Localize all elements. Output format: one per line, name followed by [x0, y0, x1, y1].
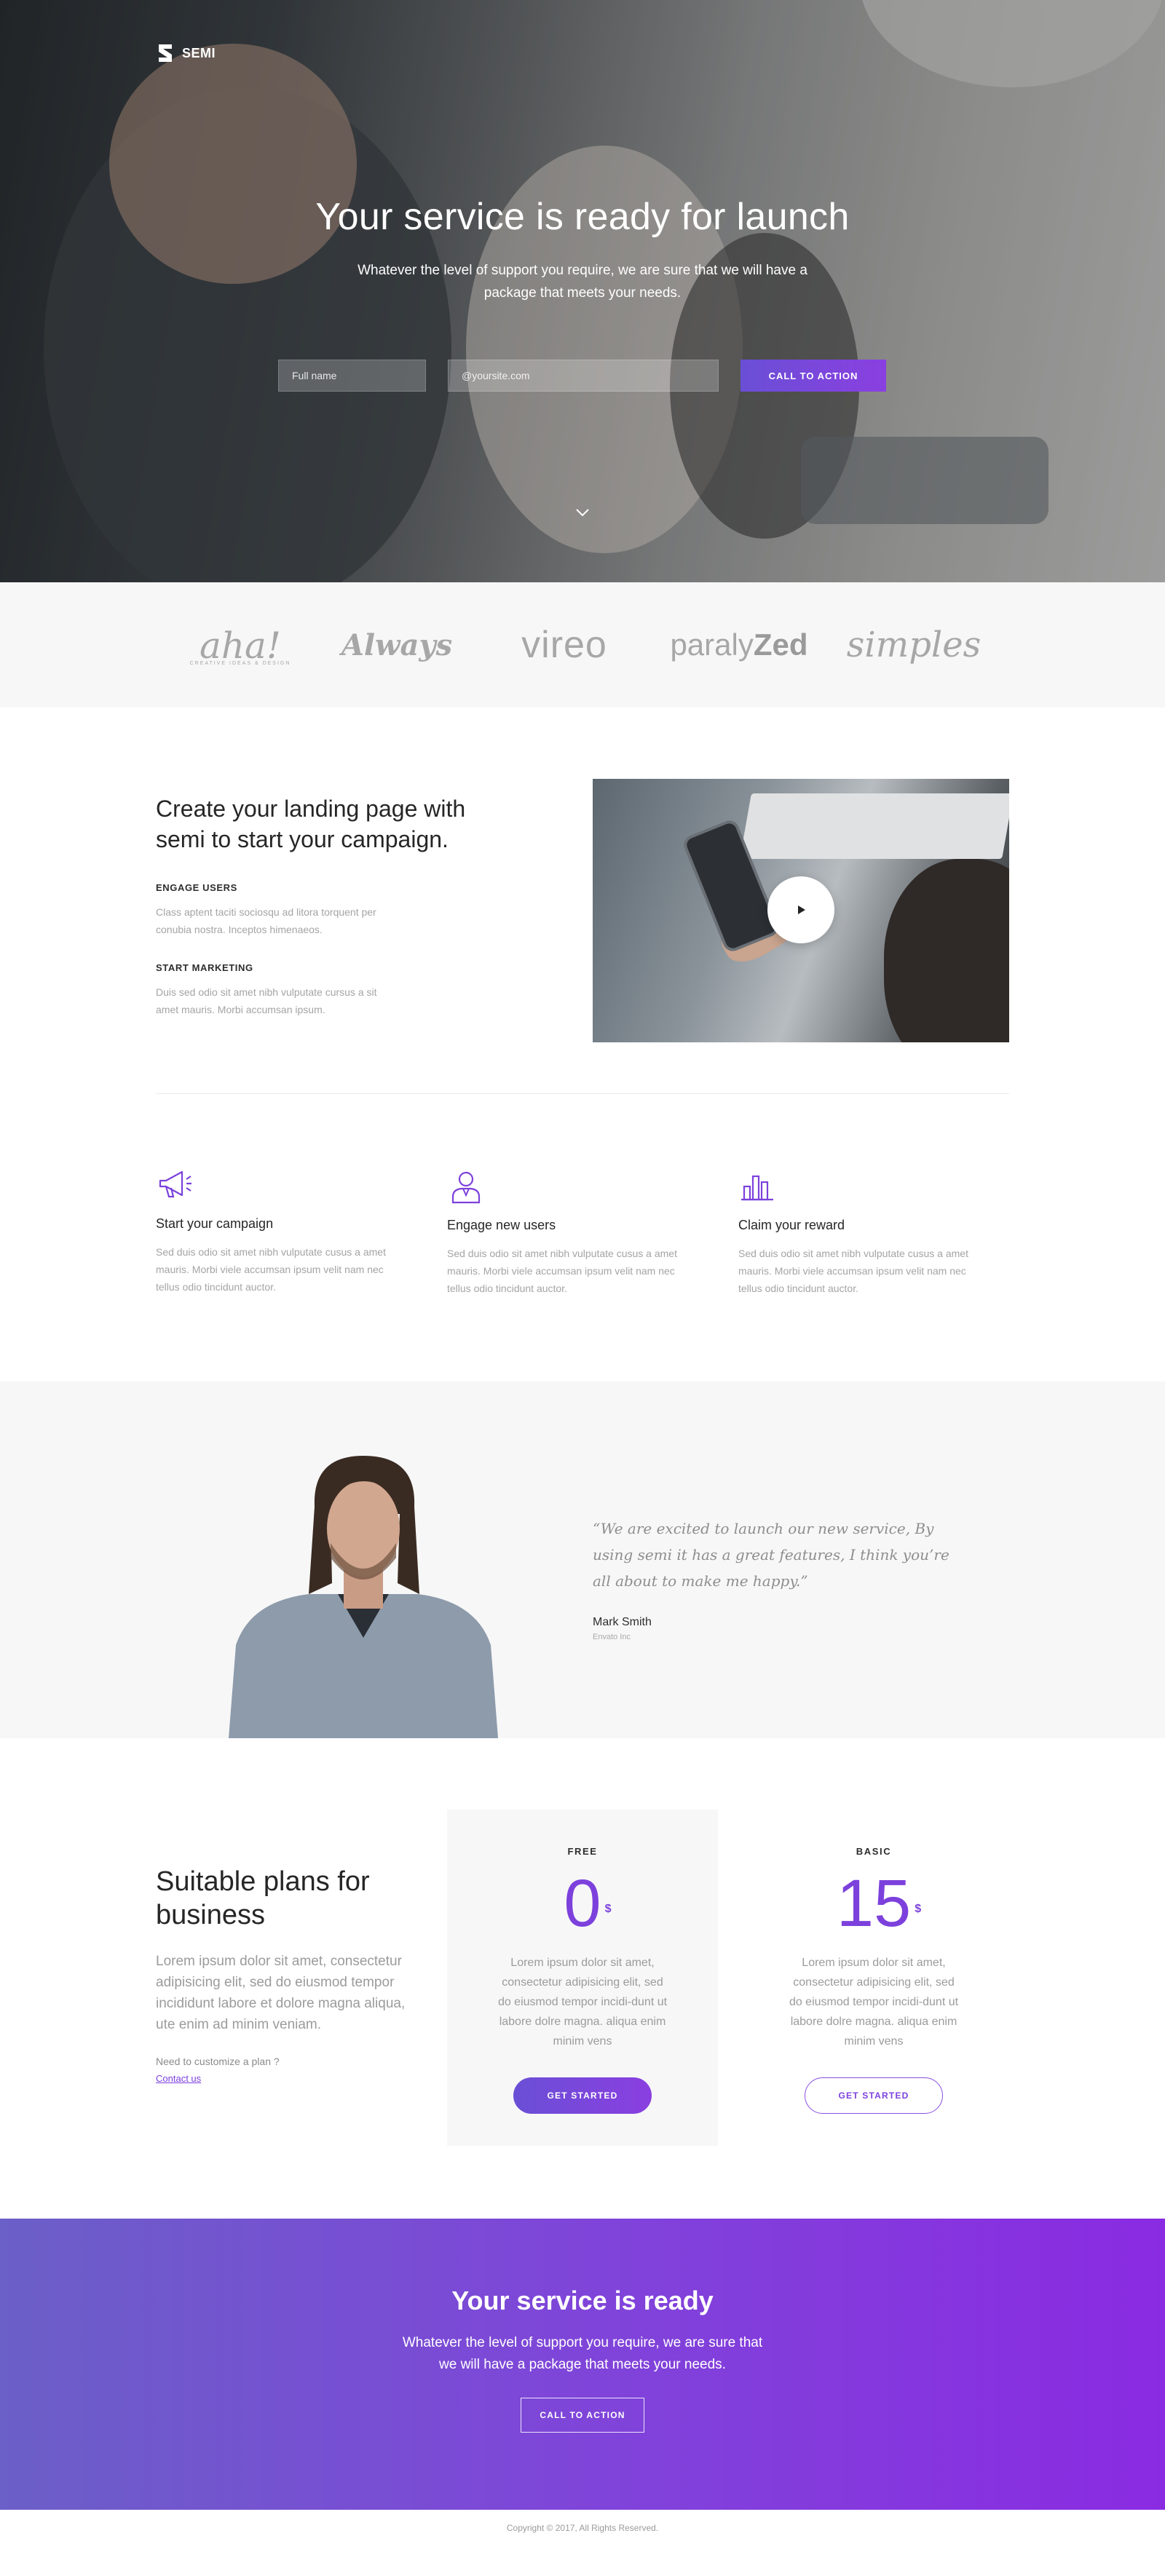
feature-section: Create your landing page with semi to st…: [0, 708, 1165, 1115]
cta-text: Whatever the level of support you requir…: [402, 2335, 763, 2372]
plan-price-value: 0: [564, 1866, 601, 1941]
full-name-input[interactable]: [278, 360, 426, 392]
benefit-text: Sed duis odio sit amet nibh vulputate cu…: [156, 1246, 386, 1293]
benefit-title: Claim your reward: [738, 1218, 845, 1232]
cta-button[interactable]: CALL TO ACTION: [521, 2398, 644, 2433]
benefit-text: Sed duis odio sit amet nibh vulputate cu…: [447, 1248, 677, 1294]
plan-description: Lorem ipsum dolor sit amet, consectetur …: [789, 1957, 959, 2048]
pricing-card-basic: BASIC 15 $ Lorem ipsum dolor sit amet, c…: [738, 1810, 1009, 2146]
contact-us-link[interactable]: Contact us: [156, 2073, 201, 2084]
testimonial-section: “We are excited to launch our new servic…: [0, 1382, 1165, 1738]
logo-aha-text: aha!: [200, 624, 281, 667]
logo-always: Always: [341, 627, 453, 662]
feature-item-heading: START MARKETING: [156, 962, 253, 973]
video-photo-laptop: [740, 793, 1009, 859]
logo-simples: simples: [846, 625, 982, 665]
testimonial-company: Envato Inc: [593, 1633, 631, 1641]
logo-paraly-bold: Zed: [753, 627, 808, 662]
video-photo-person: [884, 859, 1009, 1042]
benefit-column: Engage new users Sed duis odio sit amet …: [447, 1168, 695, 1297]
benefit-title: Engage new users: [447, 1218, 556, 1232]
plan-price-value: 15: [836, 1866, 912, 1941]
testimonial-author: Mark Smith: [593, 1616, 652, 1628]
signup-form: CALL TO ACTION: [278, 360, 886, 392]
play-icon: [798, 905, 805, 914]
logo-paraly-light: paraly: [670, 627, 754, 662]
pricing-description: Lorem ipsum dolor sit amet, consectetur …: [156, 1954, 406, 2032]
cta-section: Your service is ready Whatever the level…: [0, 2219, 1165, 2510]
footer: Copyright © 2017, All Rights Reserved.: [0, 2510, 1165, 2546]
testimonial-avatar: [229, 1456, 498, 1738]
plan-tier: BASIC: [856, 1846, 892, 1857]
plan-description: Lorem ipsum dolor sit amet, consectetur …: [497, 1957, 668, 2048]
brand-logo[interactable]: SEMI: [156, 42, 216, 64]
megaphone-icon: [159, 1170, 191, 1198]
pricing-section: Suitable plans for business Lorem ipsum …: [0, 1738, 1165, 2219]
hero-subtitle: Whatever the level of support you requir…: [358, 263, 807, 301]
user-icon: [451, 1171, 481, 1204]
hero-cta-button[interactable]: CALL TO ACTION: [741, 360, 886, 392]
logo-paralyzed: paralyZed: [644, 627, 834, 662]
benefits-section: Start your campaign Sed duis odio sit am…: [0, 1115, 1165, 1382]
hero-section: SEMI Your service is ready for launch Wh…: [0, 0, 1165, 582]
benefit-text: Sed duis odio sit amet nibh vulputate cu…: [738, 1248, 968, 1294]
logo-vireo: vireo: [521, 624, 607, 666]
client-logos: aha! CREATIVE IDEAS & DESIGN Always vire…: [0, 582, 1165, 708]
feature-item: START MARKETING Duis sed odio sit amet n…: [156, 962, 396, 1018]
chevron-down-icon[interactable]: [574, 504, 591, 521]
logo-aha-tagline: CREATIVE IDEAS & DESIGN: [189, 660, 291, 666]
plan-price: 0 $: [564, 1870, 611, 1937]
logo-aha: aha! CREATIVE IDEAS & DESIGN: [171, 624, 309, 667]
copyright-text: Copyright © 2017, All Rights Reserved.: [506, 2523, 659, 2533]
feature-item-text: Duis sed odio sit amet nibh vulputate cu…: [156, 986, 377, 1015]
plan-currency: $: [915, 1903, 922, 1915]
brand-name: SEMI: [182, 45, 216, 60]
customize-plan-text: Need to customize a plan ?: [156, 2056, 280, 2067]
benefit-column: Start your campaign Sed duis odio sit am…: [156, 1166, 403, 1296]
plan-price: 15 $: [837, 1870, 921, 1937]
benefit-title: Start your campaign: [156, 1216, 274, 1231]
semi-logo-icon: [159, 44, 172, 62]
get-started-button[interactable]: GET STARTED: [805, 2077, 943, 2114]
pricing-card-free: FREE 0 $ Lorem ipsum dolor sit amet, con…: [447, 1810, 718, 2146]
cta-title: Your service is ready: [451, 2286, 714, 2315]
feature-item: ENGAGE USERS Class aptent taciti sociosq…: [156, 882, 396, 938]
pricing-title: Suitable plans for business: [156, 1866, 370, 1930]
play-button[interactable]: [767, 876, 834, 943]
feature-title: Create your landing page with semi to st…: [156, 796, 466, 852]
get-started-button[interactable]: GET STARTED: [513, 2077, 652, 2114]
hero-title: Your service is ready for launch: [315, 196, 850, 238]
feature-item-heading: ENGAGE USERS: [156, 882, 237, 893]
video-thumbnail[interactable]: [593, 779, 1009, 1042]
bar-chart-icon: [741, 1175, 773, 1201]
section-divider: [156, 1093, 1009, 1094]
benefit-column: Claim your reward Sed duis odio sit amet…: [738, 1168, 986, 1297]
testimonial-quote: “We are excited to launch our new servic…: [593, 1520, 949, 1590]
plan-currency: $: [604, 1903, 612, 1915]
plan-tier: FREE: [567, 1846, 598, 1857]
feature-item-text: Class aptent taciti sociosqu ad litora t…: [156, 906, 376, 935]
email-input[interactable]: [448, 360, 719, 392]
